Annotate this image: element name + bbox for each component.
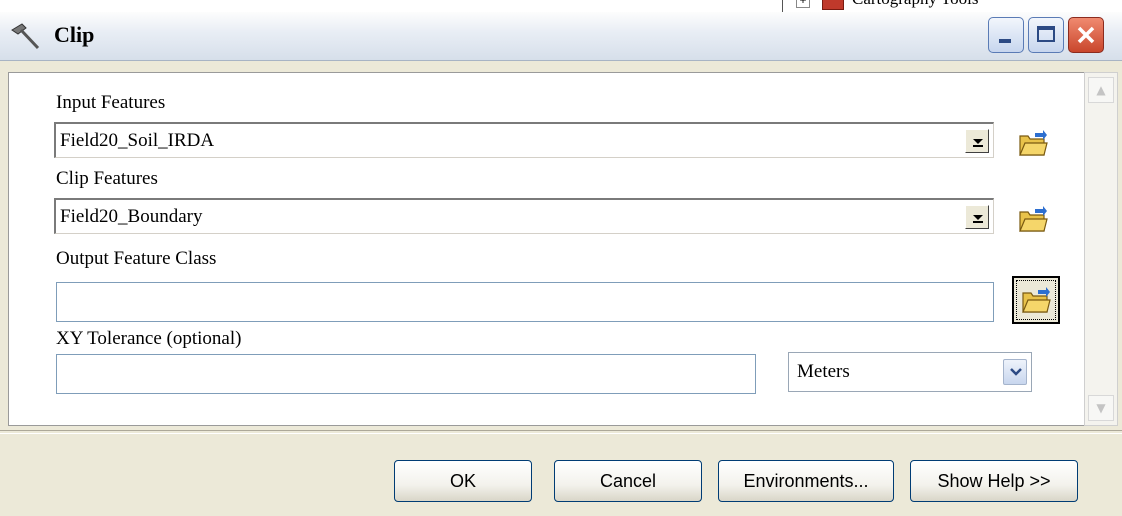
output-feature-class-browse-button[interactable]: [1012, 276, 1060, 324]
open-folder-icon: [1022, 287, 1051, 313]
cancel-button[interactable]: Cancel: [554, 460, 702, 502]
units-value: Meters: [797, 361, 850, 382]
clip-features-dropdown[interactable]: [965, 205, 989, 229]
input-features-dropdown[interactable]: [965, 129, 989, 153]
xy-tolerance-input[interactable]: [56, 354, 756, 394]
vertical-scrollbar[interactable]: ▲ ▼: [1084, 72, 1118, 426]
tree-line: [782, 0, 783, 12]
open-folder-icon: [1019, 130, 1048, 156]
maximize-button[interactable]: [1028, 17, 1064, 53]
clip-features-value: Field20_Boundary: [60, 206, 203, 227]
scroll-up-icon[interactable]: ▲: [1088, 77, 1114, 103]
input-features-label: Input Features: [56, 92, 166, 113]
units-dropdown-button[interactable]: [1003, 359, 1027, 385]
close-icon: [1077, 26, 1095, 44]
chevron-down-icon: [1010, 368, 1022, 376]
toolbox-item-label: Cartography Tools: [852, 0, 978, 9]
xy-tolerance-label: XY Tolerance (optional): [56, 328, 242, 349]
clip-features-combo[interactable]: Field20_Boundary: [54, 198, 994, 234]
hammer-icon: [11, 23, 40, 50]
xy-tolerance-units-select[interactable]: Meters: [788, 352, 1032, 392]
clip-features-browse-button[interactable]: [1012, 198, 1054, 240]
toolbox-icon: [822, 0, 844, 10]
expand-icon: +: [796, 0, 810, 8]
input-features-browse-button[interactable]: [1012, 122, 1054, 164]
show-help-button[interactable]: Show Help >>: [910, 460, 1078, 502]
ok-button[interactable]: OK: [394, 460, 532, 502]
clip-features-label: Clip Features: [56, 168, 158, 189]
title-bar[interactable]: Clip: [0, 12, 1122, 61]
output-feature-class-input[interactable]: [56, 282, 994, 322]
environments-button[interactable]: Environments...: [718, 460, 894, 502]
background-tree-fragment: + Cartography Tools: [776, 0, 1122, 12]
dropdown-bar: [973, 145, 983, 147]
window-title: Clip: [54, 22, 95, 47]
minimize-icon: [999, 39, 1011, 43]
chevron-down-icon: [973, 215, 983, 220]
close-button[interactable]: [1068, 17, 1104, 53]
clip-dialog: Clip ▲ ▼ Input Features Field20_Soil_IRD…: [0, 12, 1122, 516]
minimize-button[interactable]: [988, 17, 1024, 53]
footer-divider: [0, 430, 1122, 434]
chevron-down-icon: [973, 139, 983, 144]
input-features-combo[interactable]: Field20_Soil_IRDA: [54, 122, 994, 158]
scroll-down-icon[interactable]: ▼: [1088, 395, 1114, 421]
output-feature-class-label: Output Feature Class: [56, 248, 217, 269]
maximize-icon: [1037, 26, 1055, 42]
input-features-value: Field20_Soil_IRDA: [60, 130, 215, 151]
dropdown-bar: [973, 221, 983, 223]
open-folder-icon: [1019, 206, 1048, 232]
